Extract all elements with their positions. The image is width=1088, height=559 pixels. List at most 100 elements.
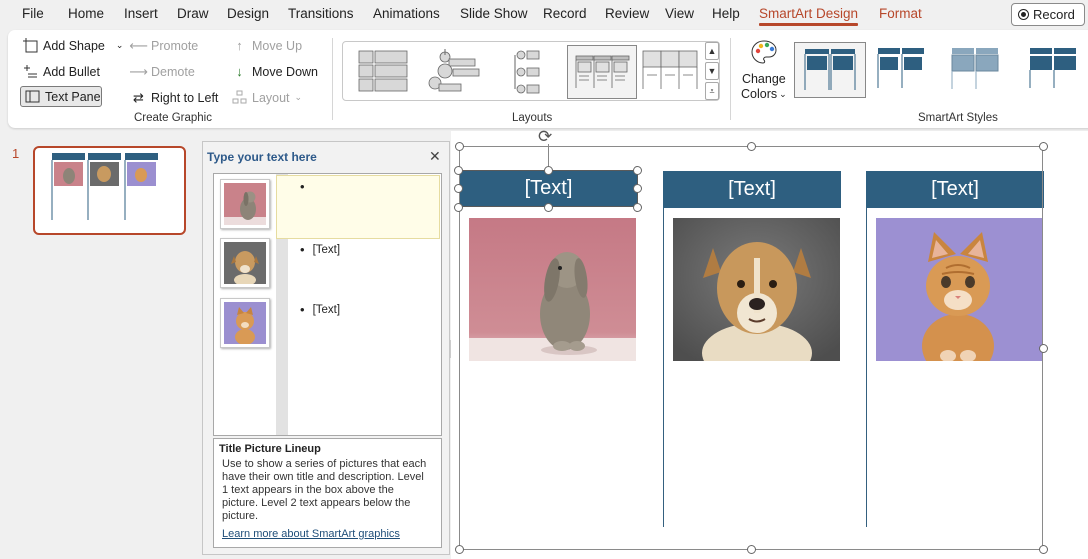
ribbon: Add Shape ⌄ Add Bullet Text Pane ⟵ Promo… bbox=[8, 30, 1088, 128]
menu-help[interactable]: Help bbox=[712, 6, 740, 21]
text-pane-list: [Text] [Text] bbox=[213, 173, 442, 436]
menu-bar: File Home Insert Draw Design Transitions… bbox=[0, 0, 1088, 29]
promote-button[interactable]: ⟵ Promote bbox=[129, 38, 199, 53]
layout-option-3[interactable] bbox=[495, 45, 565, 99]
layout-label: Layout bbox=[252, 90, 290, 105]
smartart-style-1[interactable] bbox=[794, 42, 866, 98]
gallery-scroll-down-button[interactable]: ▼ bbox=[705, 62, 719, 80]
right-to-left-button[interactable]: ⇄ Right to Left bbox=[131, 90, 218, 105]
resize-handle[interactable] bbox=[633, 184, 642, 193]
menu-design[interactable]: Design bbox=[227, 6, 269, 21]
smartart-styles-group-label: SmartArt Styles bbox=[918, 112, 998, 124]
resize-handle[interactable] bbox=[633, 166, 642, 175]
menu-smartart-design[interactable]: SmartArt Design bbox=[759, 6, 859, 26]
slide-number: 1 bbox=[12, 146, 20, 161]
menu-home[interactable]: Home bbox=[68, 6, 104, 21]
menu-record[interactable]: Record bbox=[543, 6, 587, 21]
text-pane-title: Type your text here bbox=[207, 150, 317, 164]
menu-insert[interactable]: Insert bbox=[124, 6, 158, 21]
menu-view[interactable]: View bbox=[665, 6, 694, 21]
layout-description-box: Title Picture Lineup Use to show a serie… bbox=[213, 438, 442, 548]
group-divider bbox=[332, 38, 333, 120]
text-pane-bullet-3[interactable]: [Text] bbox=[300, 304, 340, 316]
move-down-button[interactable]: ↓ Move Down bbox=[232, 64, 318, 79]
text-pane: Type your text here ✕ • • [Text] • [Text… bbox=[202, 141, 450, 555]
change-colors-label-2: Colors bbox=[741, 87, 778, 101]
text-pane-bullet-2[interactable]: [Text] bbox=[300, 244, 340, 256]
gallery-more-button[interactable]: ⩡ bbox=[705, 82, 719, 100]
record-icon bbox=[1018, 9, 1029, 20]
demote-label: Demote bbox=[151, 64, 195, 79]
menu-slide-show[interactable]: Slide Show bbox=[460, 6, 528, 21]
record-button[interactable]: Record bbox=[1011, 3, 1085, 26]
add-bullet-label: Add Bullet bbox=[43, 64, 100, 79]
text-pane-picture-dog[interactable] bbox=[220, 238, 270, 288]
chevron-down-icon: ⌄ bbox=[294, 92, 303, 102]
move-down-label: Move Down bbox=[252, 64, 318, 79]
resize-handle[interactable] bbox=[1039, 344, 1048, 353]
layout-option-1[interactable] bbox=[351, 45, 421, 99]
menu-format[interactable]: Format bbox=[879, 6, 922, 21]
resize-handle[interactable] bbox=[454, 203, 463, 212]
move-up-label: Move Up bbox=[252, 38, 303, 53]
menu-animations[interactable]: Animations bbox=[373, 6, 440, 21]
layout-option-2[interactable] bbox=[423, 45, 493, 99]
slide-thumbnail[interactable] bbox=[33, 146, 186, 235]
resize-handle[interactable] bbox=[544, 166, 553, 175]
resize-handle[interactable] bbox=[747, 545, 756, 554]
palette-icon bbox=[749, 38, 779, 71]
record-button-label: Record bbox=[1033, 7, 1075, 22]
resize-handle[interactable] bbox=[455, 142, 464, 151]
layout-button[interactable]: Layout ⌄ bbox=[232, 90, 302, 105]
resize-handle[interactable] bbox=[1039, 545, 1048, 554]
smartart-style-2[interactable] bbox=[868, 42, 940, 98]
move-up-button[interactable]: ↑ Move Up bbox=[232, 38, 302, 53]
resize-handle[interactable] bbox=[454, 166, 463, 175]
group-divider bbox=[730, 38, 731, 120]
text-pane-picture-kitten[interactable] bbox=[220, 298, 270, 348]
arrow-right-icon: ⟶ bbox=[129, 63, 148, 79]
smartart-style-3[interactable] bbox=[942, 42, 1014, 98]
swap-arrows-icon: ⇄ bbox=[133, 89, 144, 105]
menu-file[interactable]: File bbox=[22, 6, 44, 21]
text-pane-bullet-1[interactable] bbox=[300, 181, 305, 193]
menu-draw[interactable]: Draw bbox=[177, 6, 209, 21]
resize-handle[interactable] bbox=[544, 203, 553, 212]
menu-transitions[interactable]: Transitions bbox=[288, 6, 354, 21]
arrow-up-icon: ↑ bbox=[236, 38, 243, 53]
layout-description-text: Use to show a series of pictures that ea… bbox=[222, 458, 427, 522]
layout-icon bbox=[232, 90, 247, 105]
resize-handle[interactable] bbox=[633, 203, 642, 212]
resize-handle[interactable] bbox=[454, 184, 463, 193]
resize-handle[interactable] bbox=[1039, 142, 1048, 151]
layout-option-title-picture-lineup[interactable] bbox=[567, 45, 637, 99]
resize-handle[interactable] bbox=[455, 545, 464, 554]
chevron-down-icon: ⌄ bbox=[779, 88, 787, 99]
layouts-group-label: Layouts bbox=[512, 112, 553, 124]
close-icon[interactable]: ✕ bbox=[429, 148, 441, 165]
text-pane-button[interactable]: Text Pane bbox=[20, 86, 102, 107]
text-pane-icon bbox=[25, 89, 40, 104]
gallery-scroll-up-button[interactable]: ▲ bbox=[705, 42, 719, 60]
promote-label: Promote bbox=[151, 38, 199, 53]
create-graphic-group-label: Create Graphic bbox=[134, 112, 212, 124]
text-pane-picture-rabbit[interactable] bbox=[220, 179, 270, 229]
change-colors-button[interactable]: Change Colors ⌄ bbox=[741, 38, 787, 101]
change-colors-label: Change bbox=[741, 72, 786, 86]
rotate-handle-icon[interactable]: ⟳ bbox=[538, 127, 552, 147]
layout-option-5[interactable] bbox=[639, 45, 709, 99]
demote-button[interactable]: ⟶ Demote bbox=[129, 63, 195, 79]
chevron-down-icon[interactable]: ⌄ bbox=[116, 40, 124, 51]
rotate-stem bbox=[548, 144, 549, 166]
smartart-style-4[interactable] bbox=[1016, 42, 1088, 98]
add-shape-label: Add Shape bbox=[43, 38, 105, 53]
learn-more-link[interactable]: Learn more about SmartArt graphics bbox=[222, 528, 437, 540]
layout-description-title: Title Picture Lineup bbox=[219, 443, 321, 455]
add-bullet-button[interactable]: Add Bullet bbox=[23, 64, 100, 79]
add-shape-icon bbox=[23, 38, 38, 53]
resize-handle[interactable] bbox=[747, 142, 756, 151]
menu-review[interactable]: Review bbox=[605, 6, 649, 21]
text-pane-label: Text Pane bbox=[45, 89, 101, 104]
add-shape-button[interactable]: Add Shape ⌄ bbox=[23, 38, 123, 53]
add-bullet-icon bbox=[23, 64, 38, 79]
